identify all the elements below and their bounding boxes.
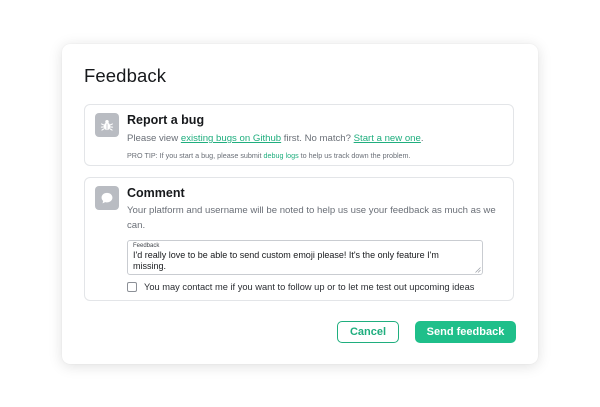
cancel-button[interactable]: Cancel xyxy=(337,321,399,343)
bug-icon xyxy=(95,113,119,137)
bug-instructions-middle: first. No match? xyxy=(281,133,354,144)
bug-instructions-prefix: Please view xyxy=(127,133,181,144)
comment-card: Comment Your platform and username will … xyxy=(84,177,514,301)
speech-bubble-icon xyxy=(95,186,119,210)
contact-consent-row[interactable]: You may contact me if you want to follow… xyxy=(127,282,474,292)
bug-instructions-suffix: . xyxy=(420,133,424,144)
feedback-dialog: Feedback Report a bug Please view existi… xyxy=(62,44,538,364)
contact-consent-label[interactable]: You may contact me if you want to follow… xyxy=(144,282,474,292)
feedback-textarea[interactable]: Feedback I'd really love to be able to s… xyxy=(127,240,483,275)
existing-bugs-link[interactable]: existing bugs on Github xyxy=(181,133,281,144)
feedback-label: Feedback xyxy=(133,243,160,249)
bug-instructions: Please view existing bugs on Github firs… xyxy=(127,132,424,146)
comment-description: Your platform and username will be noted… xyxy=(127,205,496,231)
comment-title: Comment xyxy=(127,186,185,200)
send-feedback-button[interactable]: Send feedback xyxy=(415,321,516,343)
pro-tip-text: PRO TIP: If you start a bug, please subm… xyxy=(127,151,411,160)
report-bug-title: Report a bug xyxy=(127,113,205,127)
report-bug-card: Report a bug Please view existing bugs o… xyxy=(84,104,514,166)
debug-logs-link[interactable]: debug logs xyxy=(264,151,299,160)
pro-tip-prefix: PRO TIP: If you start a bug, please subm… xyxy=(127,151,264,160)
contact-consent-checkbox[interactable] xyxy=(127,282,137,292)
start-new-bug-link[interactable]: Start a new one xyxy=(354,133,421,144)
feedback-value[interactable]: I'd really love to be able to send custo… xyxy=(133,250,473,272)
dialog-title: Feedback xyxy=(84,65,167,86)
pro-tip-suffix: to help us track down the problem. xyxy=(298,151,411,160)
resize-grip-icon[interactable] xyxy=(475,267,481,273)
